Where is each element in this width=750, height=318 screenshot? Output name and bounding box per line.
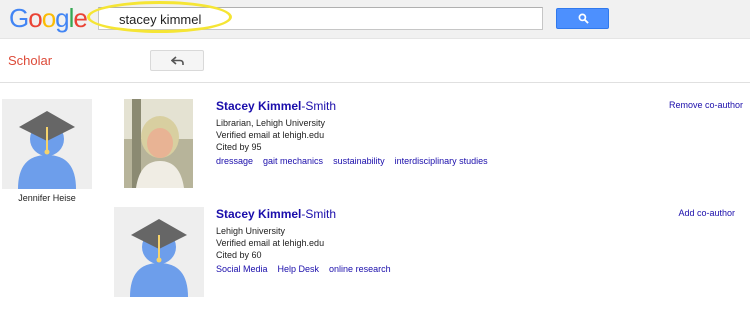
search-box bbox=[98, 7, 543, 30]
interest-tags: dressage gait mechanics sustainability inte… bbox=[216, 156, 498, 166]
logo-letter: e bbox=[73, 3, 88, 33]
back-arrow-icon bbox=[171, 56, 184, 65]
person-photo bbox=[124, 99, 193, 188]
logo-letter: o bbox=[41, 3, 57, 33]
cited-by: Cited by 60 bbox=[216, 250, 262, 260]
affiliation: Lehigh University bbox=[216, 226, 286, 236]
logo-letter: o bbox=[28, 3, 43, 33]
name-bold: Stacey Kimmel bbox=[216, 99, 302, 113]
cited-by: Cited by 95 bbox=[216, 142, 262, 152]
google-logo[interactable]: Google bbox=[9, 3, 88, 34]
scholar-link[interactable]: Scholar bbox=[8, 53, 52, 68]
interest-tag[interactable]: interdisciplinary studies bbox=[395, 156, 488, 166]
add-coauthor-link[interactable]: Add co-author bbox=[678, 208, 735, 218]
interest-tag[interactable]: Social Media bbox=[216, 264, 268, 274]
result-photo[interactable] bbox=[124, 99, 193, 188]
logo-letter: G bbox=[9, 3, 29, 33]
name-rest: -Smith bbox=[301, 207, 337, 221]
scholar-avatar-icon bbox=[130, 219, 188, 297]
author-name-link[interactable]: Stacey Kimmel-Smith bbox=[216, 99, 336, 113]
back-button[interactable] bbox=[150, 50, 204, 71]
affiliation: Librarian, Lehigh University bbox=[216, 118, 326, 128]
scholar-avatar-icon bbox=[18, 111, 76, 189]
avatar[interactable] bbox=[114, 207, 204, 297]
verified-email: Verified email at lehigh.edu bbox=[216, 130, 325, 140]
interest-tag[interactable]: sustainability bbox=[333, 156, 385, 166]
verified-email: Verified email at lehigh.edu bbox=[216, 238, 325, 248]
interest-tag[interactable]: dressage bbox=[216, 156, 253, 166]
interest-tag[interactable]: gait mechanics bbox=[263, 156, 323, 166]
avatar[interactable] bbox=[2, 99, 92, 189]
name-bold: Stacey Kimmel bbox=[216, 207, 302, 221]
author-name-link[interactable]: Stacey Kimmel-Smith bbox=[216, 207, 336, 221]
remove-coauthor-link[interactable]: Remove co-author bbox=[669, 100, 743, 110]
name-rest: -Smith bbox=[301, 99, 337, 113]
search-input[interactable] bbox=[119, 11, 519, 27]
sub-header: Scholar bbox=[0, 39, 750, 83]
search-button[interactable] bbox=[556, 8, 609, 29]
interest-tags: Social Media Help Desk online research bbox=[216, 264, 401, 274]
logo-letter: g bbox=[55, 3, 70, 33]
profile-name: Jennifer Heise bbox=[18, 193, 76, 203]
interest-tag[interactable]: online research bbox=[329, 264, 391, 274]
interest-tag[interactable]: Help Desk bbox=[278, 264, 320, 274]
top-bar: Google bbox=[0, 0, 750, 39]
current-profile: Jennifer Heise bbox=[2, 99, 92, 203]
search-icon bbox=[578, 13, 589, 24]
